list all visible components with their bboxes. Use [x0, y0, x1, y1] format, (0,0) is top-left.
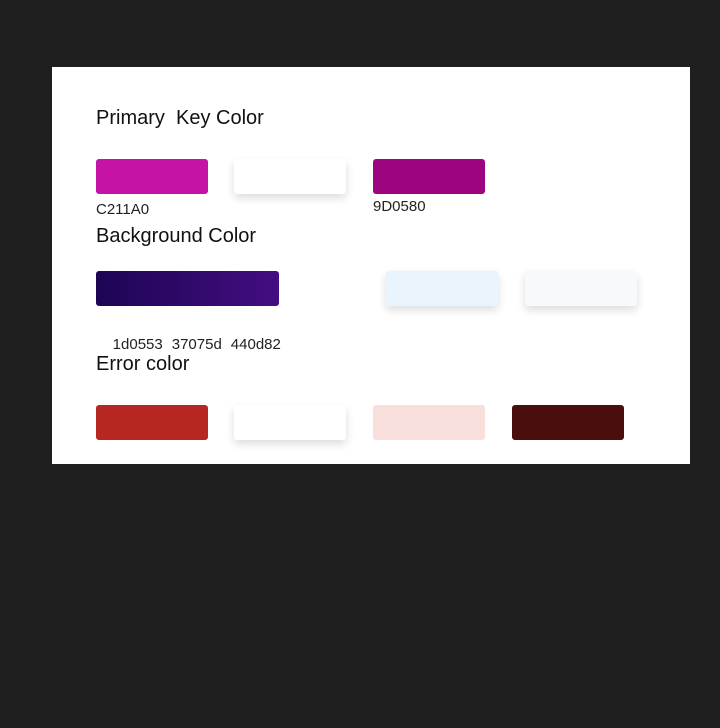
- error-swatch-white: [234, 405, 346, 440]
- background-code-440d82: 440d82: [230, 336, 281, 353]
- background-code-37075d: 37075d: [171, 336, 222, 353]
- color-palette-card: Primary Key Color C211A0 9D0580 Backgrou…: [52, 67, 690, 464]
- error-swatch-red: [96, 405, 208, 440]
- background-code-1d0553: 1d0553: [112, 336, 163, 353]
- primary-swatch-c211a0: [96, 159, 208, 194]
- background-gradient-swatch: [96, 271, 279, 306]
- background-swatch-off-white: [525, 271, 637, 306]
- primary-swatch-9d0580: [373, 159, 485, 194]
- primary-key-color-title: Primary Key Color: [96, 107, 264, 129]
- background-color-title: Background Color: [96, 225, 257, 247]
- primary-swatch-white: [234, 159, 346, 194]
- error-swatch-dark-maroon: [512, 405, 624, 440]
- error-color-title: Error color: [96, 353, 190, 375]
- primary-code-c211a0: C211A0: [96, 201, 150, 218]
- background-swatch-light-blue: [386, 271, 498, 306]
- error-swatch-light-pink: [373, 405, 485, 440]
- primary-code-9d0580: 9D0580: [373, 198, 426, 215]
